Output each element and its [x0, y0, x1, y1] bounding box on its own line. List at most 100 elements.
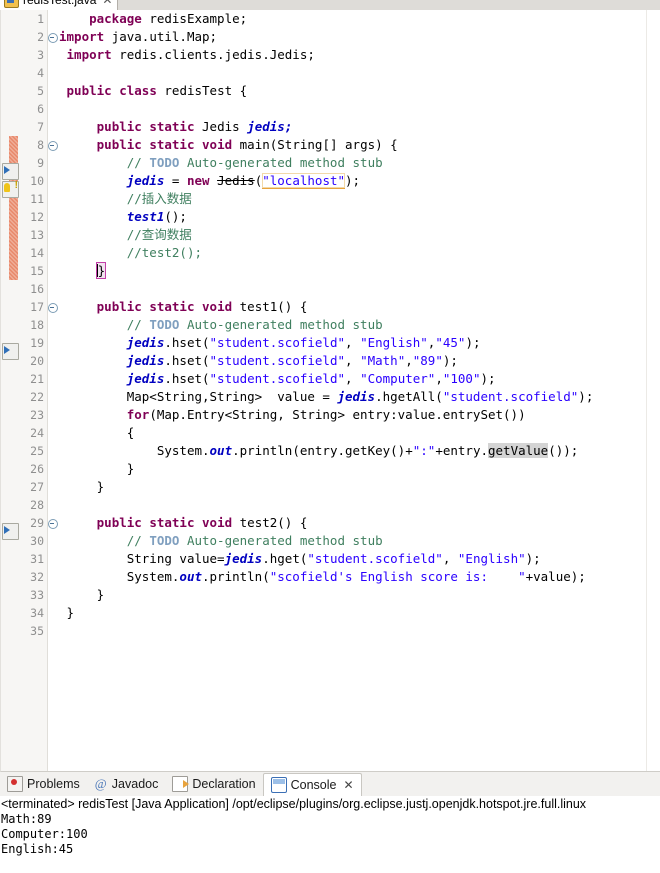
code-line-1[interactable]: package redisExample; — [59, 10, 660, 28]
token-paren-close: ); — [442, 353, 458, 368]
fold-collapse-icon[interactable] — [48, 298, 58, 316]
code-line-20[interactable]: jedis.hset("student.scofield", "Math","8… — [59, 352, 660, 370]
code-line-3[interactable]: import redis.clients.jedis.Jedis; — [59, 46, 660, 64]
console-output-lines: Math:89 Computer:100 English:45 — [0, 812, 660, 857]
token-string-key: "student.scofield" — [209, 371, 345, 386]
code-line-27[interactable]: } — [59, 478, 660, 496]
view-tab-label: Console — [290, 777, 337, 792]
line-number: 8 — [37, 138, 44, 152]
code-line-7[interactable]: public static Jedis jedis; — [59, 118, 660, 136]
close-icon[interactable]: ✕ — [343, 778, 353, 792]
code-line-16[interactable] — [59, 280, 660, 298]
line-number: 5 — [37, 84, 44, 98]
line-number: 4 — [37, 66, 44, 80]
quickfix-icon[interactable] — [2, 343, 19, 360]
token-string-declaration: String value= — [126, 551, 225, 566]
code-line-10[interactable]: jedis = new Jedis("localhost"); — [59, 172, 660, 190]
code-line-35[interactable] — [59, 622, 660, 640]
token-keyword: public — [96, 137, 142, 152]
code-line-6[interactable] — [59, 100, 660, 118]
token-keyword: void — [202, 137, 233, 152]
code-line-17[interactable]: public static void test1() { — [59, 298, 660, 316]
code-line-4[interactable] — [59, 64, 660, 82]
code-line-19[interactable]: jedis.hset("student.scofield", "English"… — [59, 334, 660, 352]
token-for-header: (Map.Entry<String, String> entry:value.e… — [149, 407, 526, 422]
token-string-field: "Computer" — [360, 371, 436, 386]
token-field-ref: jedis — [337, 389, 376, 404]
line-number: 14 — [30, 246, 44, 260]
fold-collapse-icon[interactable] — [48, 136, 58, 154]
code-line-14[interactable]: //test2(); — [59, 244, 660, 262]
line-number: 29 — [30, 516, 44, 530]
code-line-15[interactable]: } — [59, 262, 660, 280]
code-line-25[interactable]: System.out.println(entry.getKey()+":"+en… — [59, 442, 660, 460]
token-brace: } — [97, 263, 106, 278]
code-line-9[interactable]: // TODO Auto-generated method stub — [59, 154, 660, 172]
console-output-area[interactable]: <terminated> redisTest [Java Application… — [0, 796, 660, 873]
code-line-21[interactable]: jedis.hset("student.scofield", "Computer… — [59, 370, 660, 388]
fold-collapse-icon[interactable] — [48, 514, 58, 532]
warning-quickfix-icon[interactable] — [2, 180, 19, 198]
quickfix-icon[interactable] — [2, 163, 19, 180]
token-comment: //插入数据 — [126, 191, 192, 206]
token-brace: } — [96, 479, 105, 494]
view-tab-javadoc[interactable]: @ Javadoc — [87, 772, 166, 796]
code-line-33[interactable]: } — [59, 586, 660, 604]
code-area[interactable]: package redisExample; import java.util.M… — [59, 10, 660, 771]
code-line-5[interactable]: public class redisTest { — [59, 82, 660, 100]
code-line-22[interactable]: Map<String,String> value = jedis.hgetAll… — [59, 388, 660, 406]
line-number: 34 — [30, 606, 44, 620]
token-type: Jedis — [202, 119, 240, 134]
view-tab-problems[interactable]: Problems — [0, 772, 87, 796]
token-import-path: redis.clients.jedis.Jedis; — [119, 47, 315, 62]
token-system: System. — [156, 443, 210, 458]
code-line-30[interactable]: // TODO Auto-generated method stub — [59, 532, 660, 550]
code-line-2[interactable]: import java.util.Map; — [59, 28, 660, 46]
token-comma: , — [435, 371, 443, 386]
overview-ruler[interactable] — [646, 10, 660, 771]
line-number: 33 — [30, 588, 44, 602]
token-deprecated-type: Jedis — [217, 173, 255, 188]
code-line-31[interactable]: String value=jedis.hget("student.scofiel… — [59, 550, 660, 568]
line-number: 25 — [30, 444, 44, 458]
token-comma: , — [442, 551, 458, 566]
token-plus: + — [435, 443, 443, 458]
token-field-ref: jedis — [126, 353, 165, 368]
code-line-23[interactable]: for(Map.Entry<String, String> entry:valu… — [59, 406, 660, 424]
code-line-32[interactable]: System.out.println("scofield's English s… — [59, 568, 660, 586]
code-line-34[interactable]: } — [59, 604, 660, 622]
code-line-29[interactable]: public static void test2() { — [59, 514, 660, 532]
code-line-24[interactable]: { — [59, 424, 660, 442]
token-method: .hset( — [164, 371, 210, 386]
editor-tab-redistest[interactable]: redisTest.java ✕ — [0, 0, 118, 10]
token-keyword: public — [96, 299, 142, 314]
annotation-ruler[interactable] — [1, 10, 20, 771]
code-line-28[interactable] — [59, 496, 660, 514]
declaration-icon — [172, 776, 190, 792]
token-string-field: "English" — [360, 335, 428, 350]
fold-collapse-icon[interactable] — [48, 28, 58, 46]
token-todo: TODO — [149, 317, 180, 332]
line-number-gutter: 1 2 3 4 5 6 7 8 9 10 11 12 13 14 15 16 17 18 19 20 21 22 23 24 2… — [19, 10, 48, 771]
view-tab-declaration[interactable]: Declaration — [165, 772, 262, 796]
close-icon[interactable]: ✕ — [102, 0, 112, 7]
view-tab-console[interactable]: Console ✕ — [262, 772, 362, 797]
code-line-8[interactable]: public static void main(String[] args) { — [59, 136, 660, 154]
token-println: .println( — [232, 443, 300, 458]
quickfix-icon[interactable] — [2, 523, 19, 540]
code-line-11[interactable]: //插入数据 — [59, 190, 660, 208]
token-method-signature: main(String[] args) { — [239, 137, 398, 152]
code-line-18[interactable]: // TODO Auto-generated method stub — [59, 316, 660, 334]
token-parens: (); — [164, 209, 187, 224]
code-line-26[interactable]: } — [59, 460, 660, 478]
token-string-key: "student.scofield" — [209, 353, 345, 368]
code-line-13[interactable]: //查询数据 — [59, 226, 660, 244]
code-line-12[interactable]: test1(); — [59, 208, 660, 226]
token-comment-slashes: // — [126, 317, 150, 332]
view-tab-label: Declaration — [192, 777, 256, 791]
line-number: 23 — [30, 408, 44, 422]
java-source-editor[interactable]: 1234567891011121314151617181920212223242… — [0, 10, 660, 772]
token-comment-text: Auto-generated method stub — [179, 317, 383, 332]
token-keyword: static — [149, 515, 195, 530]
token-method-signature: test1() { — [239, 299, 308, 314]
